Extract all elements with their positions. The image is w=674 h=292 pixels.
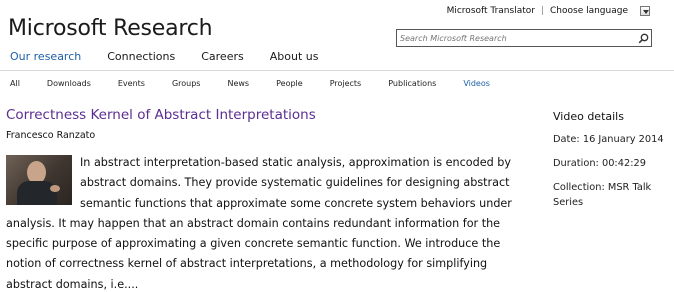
subnav-groups[interactable]: Groups (172, 79, 201, 88)
nav-about-us[interactable]: About us (270, 50, 319, 63)
subnav-publications[interactable]: Publications (388, 79, 436, 88)
subnav-downloads[interactable]: Downloads (47, 79, 91, 88)
nav-divider (0, 70, 674, 71)
subnav-projects[interactable]: Projects (330, 79, 362, 88)
nav-our-research[interactable]: Our research (10, 50, 81, 63)
video-title[interactable]: Correctness Kernel of Abstract Interpret… (6, 107, 316, 123)
subnav-news[interactable]: News (227, 79, 249, 88)
video-details-heading: Video details (553, 110, 624, 123)
choose-language-link[interactable]: Choose language (550, 6, 628, 16)
search-box (396, 29, 652, 47)
thumbnail-spacer (6, 153, 80, 211)
subnav-people[interactable]: People (276, 79, 303, 88)
video-description-block: In abstract interpretation-based static … (6, 153, 534, 292)
dropdown-arrow-icon[interactable] (640, 6, 650, 16)
subnav-events[interactable]: Events (118, 79, 145, 88)
video-duration: Duration: 00:42:29 (553, 158, 646, 169)
subnav-all[interactable]: All (10, 79, 20, 88)
utility-bar: Microsoft Translator | Choose language (447, 6, 650, 16)
video-details-panel: Video details Date: 16 January 2014 Dura… (553, 110, 674, 210)
site-logo-text[interactable]: Microsoft Research (8, 16, 213, 41)
video-date: Date: 16 January 2014 (553, 134, 664, 145)
magnifier-icon (638, 33, 648, 43)
search-button[interactable] (635, 30, 651, 46)
video-collection: Collection: MSR Talk Series (553, 182, 652, 208)
video-author[interactable]: Francesco Ranzato (6, 130, 95, 141)
search-input[interactable] (397, 33, 635, 43)
sub-nav: All Downloads Events Groups News People … (10, 79, 517, 88)
nav-careers[interactable]: Careers (201, 50, 244, 63)
nav-connections[interactable]: Connections (107, 50, 175, 63)
translator-link[interactable]: Microsoft Translator (447, 6, 535, 16)
video-description: In abstract interpretation-based static … (6, 156, 512, 291)
main-nav: Our research Connections Careers About u… (10, 50, 344, 63)
subnav-videos[interactable]: Videos (463, 79, 490, 88)
utility-separator: | (540, 6, 544, 16)
